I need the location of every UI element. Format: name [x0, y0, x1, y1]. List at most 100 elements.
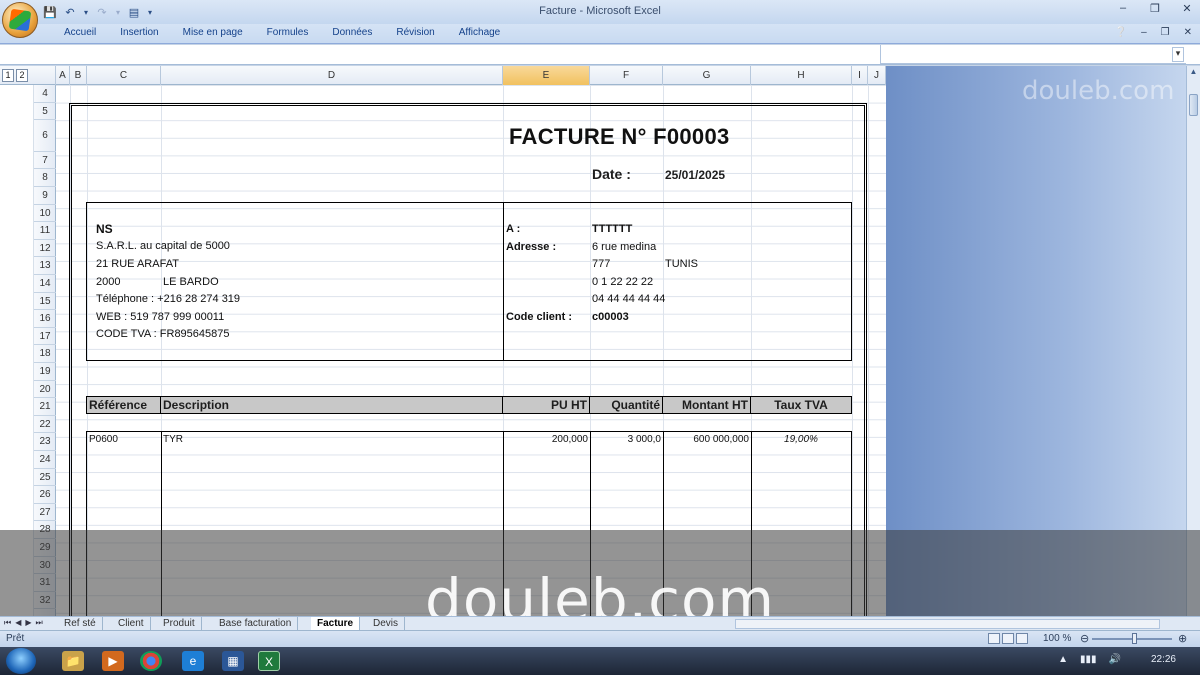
column-header-g[interactable]: G — [663, 66, 751, 85]
minimize-icon[interactable]: – — [1116, 2, 1130, 15]
tab-navigation-icon[interactable]: ⏮◀▶⏭ — [4, 618, 47, 628]
volume-icon[interactable]: 🔊 — [1109, 654, 1121, 665]
tab-affichage[interactable]: Affichage — [447, 27, 513, 38]
close-icon[interactable]: ✕ — [1180, 2, 1194, 15]
tab-accueil[interactable]: Accueil — [52, 27, 108, 38]
row-header[interactable]: 27 — [34, 504, 56, 522]
media-player-icon[interactable]: ▶ — [102, 651, 124, 671]
internet-explorer-icon[interactable]: e — [182, 651, 204, 671]
expand-formula-bar-icon[interactable]: ▾ — [1172, 47, 1184, 62]
row-header[interactable]: 23 — [34, 433, 56, 452]
row-header[interactable]: 17 — [34, 328, 56, 346]
zoom-out-icon[interactable]: ⊖ — [1080, 632, 1089, 645]
invoice-date-label: Date : — [592, 166, 631, 182]
row-header[interactable]: 19 — [34, 363, 56, 381]
client-name: TTTTTT — [592, 223, 633, 235]
excel-icon[interactable]: X — [258, 651, 280, 671]
column-header-a[interactable]: A — [56, 66, 70, 85]
row-header[interactable]: 9 — [34, 187, 56, 205]
network-icon[interactable]: ▮▮▮ — [1080, 654, 1097, 665]
taskbar: 📁 ▶ e ▦ X ▲ ▮▮▮ 🔊 22:26 — [0, 647, 1200, 675]
app-icon[interactable]: ▦ — [222, 651, 244, 671]
row-header[interactable]: 13 — [34, 257, 56, 276]
row-header[interactable]: 10 — [34, 205, 56, 223]
client-code: c00003 — [592, 311, 629, 323]
row-header[interactable]: 12 — [34, 240, 56, 258]
column-header-b[interactable]: B — [70, 66, 87, 85]
column-header-e[interactable]: E — [503, 66, 590, 85]
zoom-in-icon[interactable]: ⊕ — [1178, 632, 1187, 645]
header-montant-ht: Montant HT — [663, 397, 751, 413]
row-header[interactable]: 6 — [34, 120, 56, 152]
row-header[interactable]: 21 — [34, 398, 56, 416]
sheet-tab-client[interactable]: Client — [112, 617, 151, 630]
zoom-level[interactable]: 100 % — [1043, 633, 1071, 644]
chrome-icon[interactable] — [140, 651, 162, 671]
row-header[interactable]: 5 — [34, 103, 56, 121]
column-header-d[interactable]: D — [161, 66, 503, 85]
select-all-corner[interactable] — [34, 66, 56, 85]
start-button[interactable] — [6, 648, 36, 674]
sheet-tab-facture[interactable]: Facture — [311, 617, 361, 630]
sheet-tab-base-facturation[interactable]: Base facturation — [213, 617, 299, 630]
row-header[interactable]: 8 — [34, 169, 56, 188]
window-controls: – ❐ ✕ — [1116, 2, 1194, 15]
help-icon[interactable]: ❔ — [1115, 27, 1127, 38]
column-header-j[interactable]: J — [868, 66, 886, 85]
line-pu-ht: 200,000 — [551, 434, 588, 445]
status-bar: Prêt 100 % ⊖ ⊕ — [0, 630, 1200, 647]
tab-insertion[interactable]: Insertion — [108, 27, 170, 38]
seller-city: LE BARDO — [163, 276, 219, 288]
page-break-view-icon[interactable] — [1016, 633, 1028, 644]
seller-web: WEB : 519 787 999 00011 — [96, 311, 225, 323]
row-header[interactable]: 7 — [34, 152, 56, 170]
row-header[interactable]: 14 — [34, 275, 56, 293]
column-header-i[interactable]: I — [852, 66, 868, 85]
row-header[interactable]: 25 — [34, 469, 56, 487]
client-phone-2: 04 44 44 44 44 — [592, 293, 666, 305]
sheet-tab-devis[interactable]: Devis — [367, 617, 406, 630]
formula-input[interactable]: ▾ — [880, 45, 1186, 64]
items-table-header: Référence Description PU HT Quantité Mon… — [86, 396, 852, 414]
clock[interactable]: 22:26 — [1151, 654, 1176, 665]
sheet-tab-ref-ste[interactable]: Ref sté — [58, 617, 103, 630]
tab-formules[interactable]: Formules — [255, 27, 321, 38]
row-header[interactable]: 4 — [34, 85, 56, 103]
page-layout-view-icon[interactable] — [1002, 633, 1014, 644]
horizontal-scrollbar[interactable] — [735, 619, 1160, 629]
column-header-h[interactable]: H — [751, 66, 852, 85]
header-quantite: Quantité — [590, 397, 663, 413]
outline-level-1[interactable]: 1 — [2, 69, 14, 82]
workbook-minimize-icon[interactable]: – — [1141, 27, 1147, 38]
office-logo-icon — [8, 8, 32, 32]
row-header[interactable]: 26 — [34, 486, 56, 504]
tab-revision[interactable]: Révision — [384, 27, 446, 38]
row-header[interactable]: 15 — [34, 293, 56, 311]
show-hidden-icons-icon[interactable]: ▲ — [1058, 654, 1068, 665]
tab-donnees[interactable]: Données — [320, 27, 384, 38]
file-explorer-icon[interactable]: 📁 — [62, 651, 84, 671]
row-header[interactable]: 18 — [34, 345, 56, 364]
row-header[interactable]: 24 — [34, 451, 56, 469]
scroll-thumb[interactable] — [1189, 94, 1198, 116]
tab-mise-en-page[interactable]: Mise en page — [171, 27, 255, 38]
sheet-tab-produit[interactable]: Produit — [157, 617, 202, 630]
client-address-label: Adresse : — [506, 241, 557, 253]
workbook-close-icon[interactable]: ✕ — [1184, 27, 1192, 38]
row-header[interactable]: 11 — [34, 222, 56, 240]
workbook-restore-icon[interactable]: ❐ — [1161, 27, 1170, 38]
row-header[interactable]: 20 — [34, 381, 56, 399]
restore-icon[interactable]: ❐ — [1148, 2, 1162, 15]
system-tray: ▲ ▮▮▮ 🔊 22:26 — [1058, 654, 1190, 665]
column-header-c[interactable]: C — [87, 66, 161, 85]
zoom-slider-thumb[interactable] — [1132, 633, 1137, 644]
outline-level-2[interactable]: 2 — [16, 69, 28, 82]
seller-postcode: 2000 — [96, 276, 121, 288]
invoice-title: FACTURE N° F00003 — [509, 124, 730, 149]
row-header[interactable]: 22 — [34, 416, 56, 434]
normal-view-icon[interactable] — [988, 633, 1000, 644]
row-header[interactable]: 16 — [34, 310, 56, 328]
office-button[interactable] — [2, 2, 38, 38]
column-header-f[interactable]: F — [590, 66, 663, 85]
scroll-up-icon[interactable]: ▲ — [1188, 67, 1199, 79]
